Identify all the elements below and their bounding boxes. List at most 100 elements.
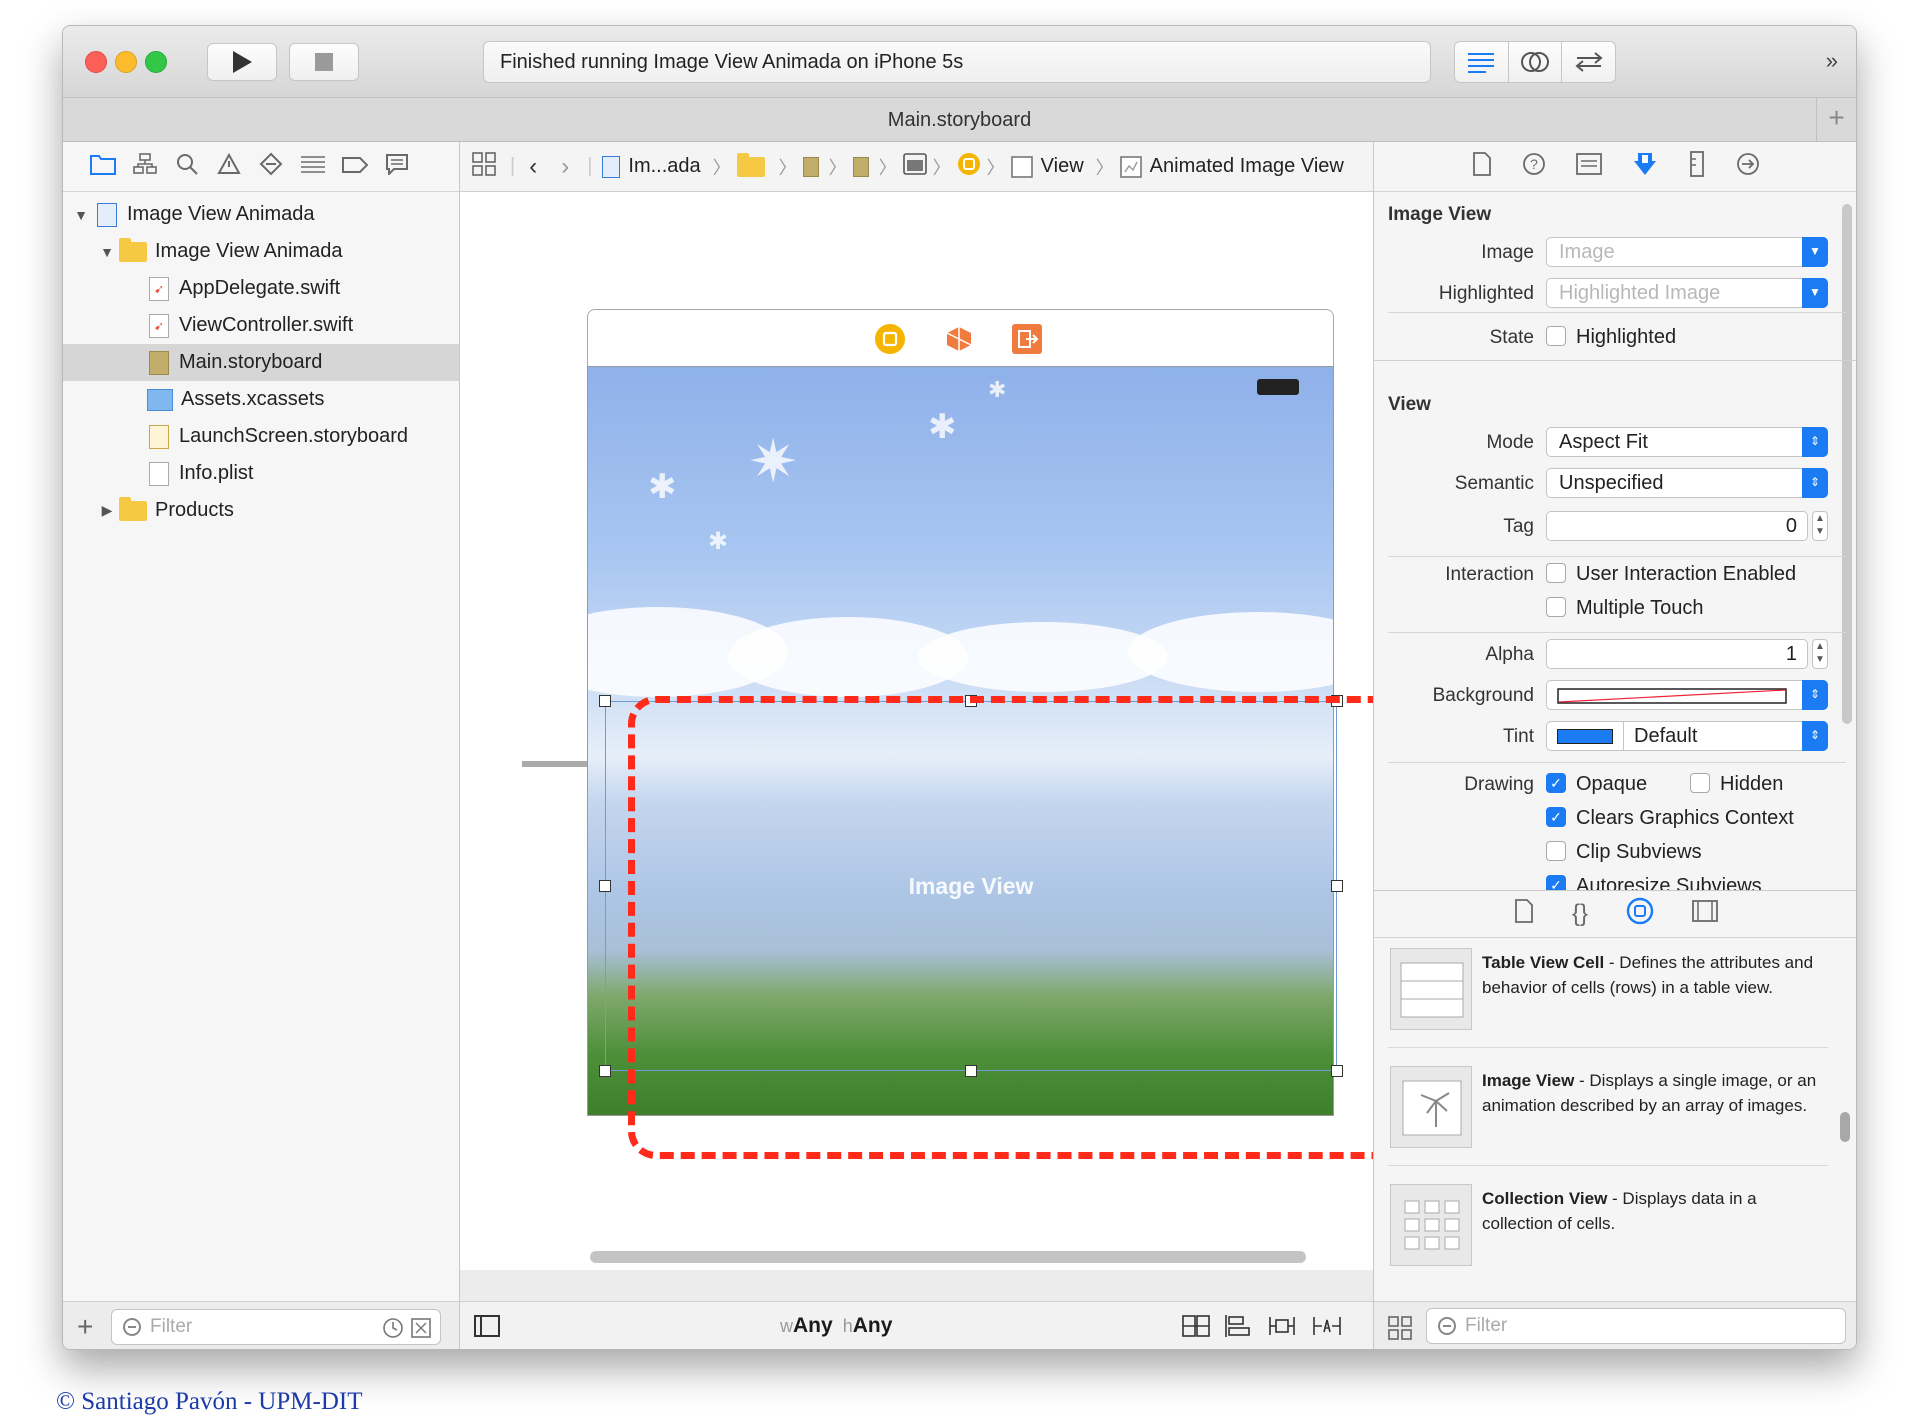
- tree-item-infoplist[interactable]: Info.plist: [63, 455, 459, 492]
- clip-subviews-checkbox[interactable]: [1546, 841, 1566, 861]
- library-item-table-view-cell[interactable]: Table View Cell - Defines the attributes…: [1388, 942, 1828, 1048]
- tab-main-storyboard[interactable]: Main.storyboard: [888, 109, 1031, 131]
- library-item-image-view[interactable]: Image View - Displays a single image, or…: [1388, 1060, 1828, 1166]
- background-color-popup[interactable]: ⇕: [1546, 680, 1828, 710]
- plist-icon: [149, 461, 169, 486]
- jumpbar-current[interactable]: Animated Image View: [1119, 155, 1344, 178]
- back-icon[interactable]: ‹: [529, 153, 537, 181]
- debug-navigator-icon[interactable]: [299, 154, 327, 180]
- quick-help-icon[interactable]: ?: [1522, 152, 1546, 182]
- disclosure-open-icon[interactable]: ▼: [73, 207, 89, 223]
- alpha-field[interactable]: 1: [1546, 639, 1808, 669]
- jumpbar-view[interactable]: View: [1010, 155, 1084, 178]
- resize-handle[interactable]: [599, 695, 611, 707]
- disclosure-closed-icon[interactable]: ▶: [99, 502, 115, 519]
- tree-item-products[interactable]: ▶ Products: [63, 492, 459, 529]
- tint-color-popup[interactable]: Default ⇕: [1546, 721, 1828, 751]
- new-tab-button[interactable]: +: [1816, 98, 1856, 142]
- view-controller-icon[interactable]: [957, 152, 981, 182]
- forward-icon[interactable]: ›: [561, 153, 569, 181]
- resolve-autolayout-icon[interactable]: [1312, 1314, 1342, 1338]
- chevron-down-icon: ▼: [1802, 237, 1828, 267]
- tree-item-viewcontroller[interactable]: ➹ ViewController.swift: [63, 307, 459, 344]
- jumpbar-project[interactable]: Im...ada: [602, 155, 701, 178]
- resize-handle[interactable]: [599, 880, 611, 892]
- close-window-button[interactable]: [85, 51, 107, 73]
- stack-icon[interactable]: [1182, 1314, 1210, 1338]
- alpha-stepper[interactable]: ▲ ▼: [1812, 639, 1828, 669]
- related-items-icon[interactable]: [472, 151, 496, 182]
- recent-files-icon[interactable]: [382, 1317, 404, 1339]
- file-inspector-icon[interactable]: [1472, 151, 1492, 182]
- tree-item-project[interactable]: ▼ Image View Animada: [63, 196, 459, 233]
- document-outline-toggle-icon[interactable]: [474, 1315, 500, 1337]
- tree-item-assets[interactable]: Assets.xcassets: [63, 381, 459, 418]
- utilities-area: ? Image View Image Image ▼ Highlighted H…: [1373, 142, 1856, 1349]
- image-combo[interactable]: Image ▼: [1546, 237, 1828, 267]
- media-library-icon[interactable]: [1692, 900, 1718, 928]
- resize-handle[interactable]: [599, 1065, 611, 1077]
- assistant-editor-button[interactable]: [1509, 42, 1563, 82]
- clears-graphics-checkbox[interactable]: ✓: [1546, 807, 1566, 827]
- connections-inspector-icon[interactable]: [1736, 152, 1760, 182]
- tree-item-main-storyboard[interactable]: Main.storyboard: [63, 344, 459, 381]
- hidden-checkbox[interactable]: [1690, 773, 1710, 793]
- file-template-library-icon[interactable]: [1514, 899, 1534, 929]
- storyboard-icon[interactable]: [802, 156, 819, 177]
- grid-view-toggle-icon[interactable]: [1388, 1316, 1412, 1340]
- version-editor-button[interactable]: [1562, 42, 1615, 82]
- run-button[interactable]: [207, 43, 277, 81]
- canvas-horizontal-scrollbar[interactable]: [590, 1251, 1306, 1263]
- assets-icon: [147, 388, 173, 411]
- breakpoint-navigator-icon[interactable]: [341, 154, 369, 180]
- folder-navigator-icon[interactable]: [89, 153, 117, 181]
- exit-icon[interactable]: [1012, 324, 1042, 354]
- opaque-checkbox[interactable]: ✓: [1546, 773, 1566, 793]
- tag-stepper[interactable]: ▲ ▼: [1812, 511, 1828, 541]
- autoresize-subviews-checkbox[interactable]: ✓: [1546, 875, 1566, 890]
- object-library-icon[interactable]: [1626, 897, 1654, 931]
- standard-editor-button[interactable]: [1455, 42, 1509, 82]
- library-item-collection-view[interactable]: Collection View - Displays data in a col…: [1388, 1178, 1828, 1284]
- view-controller-icon[interactable]: [875, 324, 905, 354]
- size-inspector-icon[interactable]: [1688, 150, 1706, 183]
- folder-icon[interactable]: [736, 152, 765, 177]
- tree-item-appdelegate[interactable]: ➹ AppDelegate.swift: [63, 270, 459, 307]
- library-filter-field[interactable]: Filter: [1426, 1308, 1846, 1344]
- disclosure-open-icon[interactable]: ▼: [99, 244, 115, 260]
- issue-navigator-icon[interactable]: [215, 152, 243, 181]
- tree-item-launchscreen[interactable]: LaunchScreen.storyboard: [63, 418, 459, 455]
- code-snippet-library-icon[interactable]: {}: [1572, 900, 1588, 928]
- stop-button[interactable]: [289, 43, 359, 81]
- find-navigator-icon[interactable]: [173, 153, 201, 181]
- toolbar-overflow-button[interactable]: »: [1826, 48, 1838, 74]
- storyboard-icon[interactable]: [852, 156, 869, 177]
- inspector-scrollbar[interactable]: [1842, 204, 1852, 724]
- test-navigator-icon[interactable]: [257, 152, 285, 182]
- add-file-button[interactable]: +: [77, 1311, 101, 1343]
- navigator-filter-field[interactable]: Filter: [111, 1308, 441, 1345]
- mode-popup[interactable]: Aspect Fit ⇕: [1546, 427, 1828, 457]
- report-navigator-icon[interactable]: [383, 153, 411, 181]
- align-icon[interactable]: [1224, 1314, 1252, 1338]
- source-control-filter-icon[interactable]: [410, 1317, 432, 1339]
- minimize-window-button[interactable]: [115, 51, 137, 73]
- zoom-window-button[interactable]: [145, 51, 167, 73]
- first-responder-icon[interactable]: [944, 324, 974, 354]
- user-interaction-checkbox[interactable]: [1546, 563, 1566, 583]
- multiple-touch-checkbox[interactable]: [1546, 597, 1566, 617]
- mode-value: Aspect Fit: [1559, 431, 1648, 453]
- size-class-selector[interactable]: wAny hAny: [780, 1314, 892, 1338]
- scene-icon[interactable]: [902, 152, 927, 181]
- pin-icon[interactable]: [1268, 1314, 1296, 1338]
- tree-item-group[interactable]: ▼ Image View Animada: [63, 233, 459, 270]
- attributes-inspector-icon[interactable]: [1632, 151, 1658, 183]
- divider: [1388, 312, 1846, 313]
- tag-field[interactable]: 0: [1546, 511, 1808, 541]
- library-scrollbar[interactable]: [1840, 1112, 1850, 1142]
- symbol-navigator-icon[interactable]: [131, 152, 159, 181]
- highlighted-image-combo[interactable]: Highlighted Image ▼: [1546, 278, 1828, 308]
- identity-inspector-icon[interactable]: [1576, 152, 1602, 181]
- state-highlighted-checkbox[interactable]: [1546, 326, 1566, 346]
- semantic-popup[interactable]: Unspecified ⇕: [1546, 468, 1828, 498]
